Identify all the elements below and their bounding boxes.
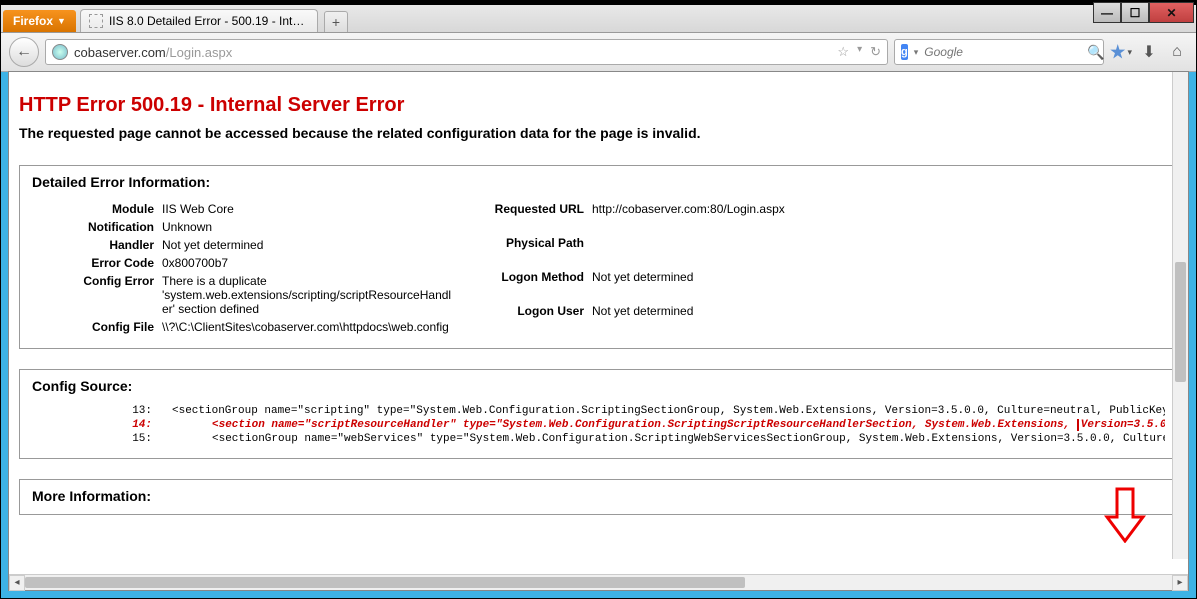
chevron-down-icon: ▼ xyxy=(57,16,66,26)
detailed-error-heading: Detailed Error Information: xyxy=(32,174,1165,190)
config-source-heading: Config Source: xyxy=(32,378,1165,394)
module-value: IIS Web Core xyxy=(162,200,452,218)
page-favicon xyxy=(89,14,103,28)
config-source-box: Config Source: 13: <sectionGroup name="s… xyxy=(19,369,1178,459)
line-code: <sectionGroup name="webServices" type="S… xyxy=(172,433,1165,445)
configfile-value: \\?\C:\ClientSites\cobaserver.com\httpdo… xyxy=(162,318,452,336)
logonmethod-label: Logon Method xyxy=(452,268,592,302)
window-controls: — ☐ ✕ xyxy=(1093,2,1194,25)
module-label: Module xyxy=(32,200,162,218)
requrl-value: http://cobaserver.com:80/Login.aspx xyxy=(592,200,785,234)
home-icon[interactable]: ⌂ xyxy=(1166,43,1188,61)
scrollbar-track[interactable] xyxy=(25,575,1172,590)
requrl-label: Requested URL xyxy=(452,200,592,234)
scroll-left-button[interactable]: ◂ xyxy=(9,575,25,591)
star-icon[interactable]: ☆ xyxy=(837,44,849,60)
detail-col-right: Requested URLhttp://cobaserver.com:80/Lo… xyxy=(452,200,785,336)
search-icon[interactable]: 🔍 xyxy=(1087,44,1104,61)
line-code: <sectionGroup name="scripting" type="Sys… xyxy=(172,405,1165,417)
more-info-box: More Information: xyxy=(19,479,1178,515)
logonuser-label: Logon User xyxy=(452,302,592,336)
configerror-value: There is a duplicate 'system.web.extensi… xyxy=(162,272,452,318)
search-input[interactable] xyxy=(924,45,1081,59)
line-number: 13: xyxy=(32,405,172,417)
version-highlight: Version=3.5.0.0, xyxy=(1077,419,1165,431)
google-icon: g xyxy=(901,44,908,60)
notification-value: Unknown xyxy=(162,218,452,236)
search-box[interactable]: g ▾ 🔍 xyxy=(894,39,1104,65)
horizontal-scrollbar[interactable]: ◂ ▸ xyxy=(9,574,1188,590)
tab-title: IIS 8.0 Detailed Error - 500.19 - Intern… xyxy=(109,14,309,28)
physpath-value xyxy=(592,234,785,268)
handler-label: Handler xyxy=(32,236,162,254)
back-button[interactable]: ← xyxy=(9,37,39,67)
tab-active[interactable]: IIS 8.0 Detailed Error - 500.19 - Intern… xyxy=(80,9,318,32)
browser-chrome: Firefox ▼ IIS 8.0 Detailed Error - 500.1… xyxy=(1,5,1196,72)
configfile-label: Config File xyxy=(32,318,162,336)
close-button[interactable]: ✕ xyxy=(1149,2,1194,23)
viewport: HTTP Error 500.19 - Internal Server Erro… xyxy=(8,71,1189,591)
minimize-button[interactable]: — xyxy=(1093,2,1121,23)
firefox-menu-button[interactable]: Firefox ▼ xyxy=(3,10,76,32)
bookmark-menu-icon[interactable]: ▾ xyxy=(1110,44,1132,60)
config-line-13: 13: <sectionGroup name="scripting" type=… xyxy=(32,404,1165,418)
dropdown-icon[interactable]: ▾ xyxy=(857,44,862,60)
nav-toolbar: ← cobaserver.com/Login.aspx ☆ ▾ ↻ g ▾ 🔍 … xyxy=(1,33,1196,71)
firefox-menu-label: Firefox xyxy=(13,14,53,28)
url-bar[interactable]: cobaserver.com/Login.aspx ☆ ▾ ↻ xyxy=(45,39,888,65)
notification-label: Notification xyxy=(32,218,162,236)
line-number: 15: xyxy=(32,433,172,445)
more-info-heading: More Information: xyxy=(32,488,1165,504)
search-dropdown-icon[interactable]: ▾ xyxy=(914,47,919,58)
handler-value: Not yet determined xyxy=(162,236,452,254)
scroll-right-button[interactable]: ▸ xyxy=(1172,575,1188,591)
config-line-14: 14: <section name="scriptResourceHandler… xyxy=(32,418,1165,432)
line-number: 14: xyxy=(32,419,172,431)
scrollbar-thumb[interactable] xyxy=(25,577,745,588)
scrollbar-thumb[interactable] xyxy=(1175,262,1186,382)
vertical-scrollbar[interactable] xyxy=(1172,72,1188,559)
url-path: /Login.aspx xyxy=(166,45,233,60)
detailed-error-box: Detailed Error Information: ModuleIIS We… xyxy=(19,165,1178,349)
error-subtitle: The requested page cannot be accessed be… xyxy=(19,125,1178,141)
config-line-15: 15: <sectionGroup name="webServices" typ… xyxy=(32,432,1165,446)
errorcode-value: 0x800700b7 xyxy=(162,254,452,272)
url-controls: ☆ ▾ ↻ xyxy=(837,44,881,60)
globe-icon xyxy=(52,44,68,60)
url-text: cobaserver.com/Login.aspx xyxy=(74,45,831,60)
logonuser-value: Not yet determined xyxy=(592,302,785,336)
detail-col-left: ModuleIIS Web Core NotificationUnknown H… xyxy=(32,200,452,336)
new-tab-button[interactable]: + xyxy=(324,11,348,32)
page-content: HTTP Error 500.19 - Internal Server Erro… xyxy=(9,72,1188,574)
logonmethod-value: Not yet determined xyxy=(592,268,785,302)
line14-a: <section name="scriptResourceHandler" ty… xyxy=(212,419,1077,431)
url-host: cobaserver.com xyxy=(74,45,166,60)
errorcode-label: Error Code xyxy=(32,254,162,272)
line-code: <section name="scriptResourceHandler" ty… xyxy=(172,419,1165,431)
maximize-button[interactable]: ☐ xyxy=(1121,2,1149,23)
downloads-icon[interactable]: ⬇ xyxy=(1138,42,1160,62)
configerror-label: Config Error xyxy=(32,272,162,318)
tab-strip: Firefox ▼ IIS 8.0 Detailed Error - 500.1… xyxy=(1,5,1196,33)
error-title: HTTP Error 500.19 - Internal Server Erro… xyxy=(19,94,1178,117)
physpath-label: Physical Path xyxy=(452,234,592,268)
browser-window: — ☐ ✕ Firefox ▼ IIS 8.0 Detailed Error -… xyxy=(0,0,1197,599)
reload-icon[interactable]: ↻ xyxy=(870,44,881,60)
